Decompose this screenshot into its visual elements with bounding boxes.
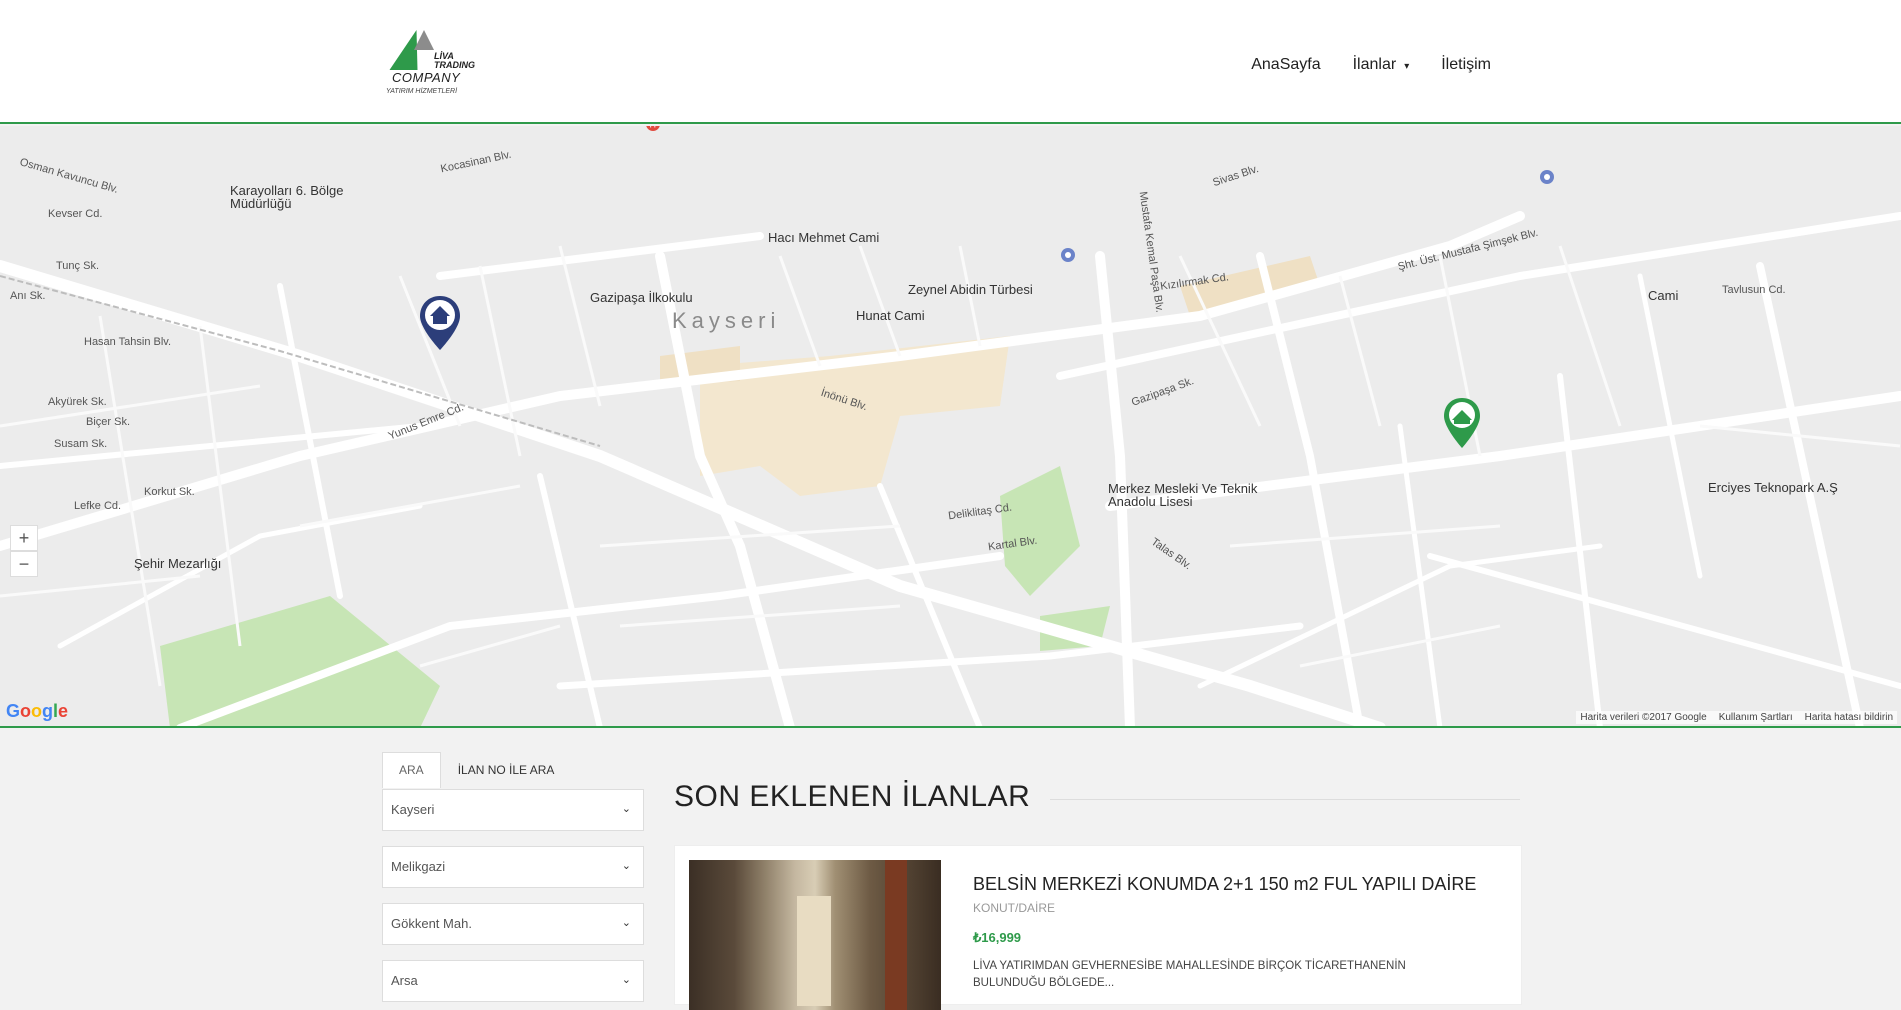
city-select-value: Kayseri bbox=[391, 802, 435, 817]
map-label: Susam Sk. bbox=[54, 438, 108, 450]
map-label: Şehir Mezarlığı bbox=[134, 556, 222, 571]
zoom-out-button[interactable]: − bbox=[10, 551, 38, 577]
home-marker-icon[interactable] bbox=[418, 294, 462, 352]
map-label: Lefke Cd. bbox=[74, 500, 122, 512]
map-label: Karayolları 6. Bölge Müdürlüğü bbox=[230, 183, 344, 211]
map-roads bbox=[0, 211, 1901, 726]
search-tabs: ARA İLAN NO İLE ARA bbox=[382, 752, 571, 788]
listing-category: KONUT/DAİRE bbox=[973, 901, 1056, 915]
listing-price: ₺16,999 bbox=[973, 930, 1022, 945]
map-view[interactable]: Kayseri Kocasinan Blv. Osman Kavuncu Blv… bbox=[0, 126, 1901, 728]
section-title: SON EKLENEN İLANLAR bbox=[674, 780, 1031, 813]
tab-search-by-id[interactable]: İLAN NO İLE ARA bbox=[441, 752, 572, 788]
brand-tagline: YATIRIM HİZMETLERİ bbox=[386, 88, 458, 95]
map-label: Biçer Sk. bbox=[86, 416, 131, 428]
listing-description: LİVA YATIRIMDAN GEVHERNESİBE MAHALLESİND… bbox=[973, 960, 1406, 989]
map-label: Merkez Mesleki Ve Teknik Anadolu Lisesi bbox=[1108, 481, 1258, 509]
chevron-down-icon: ⌄ bbox=[621, 803, 631, 815]
city-select[interactable]: Kayseri ⌄ bbox=[382, 789, 644, 831]
zoom-in-button[interactable]: + bbox=[10, 525, 38, 551]
tab-search[interactable]: ARA bbox=[382, 752, 441, 788]
map-label: Hasan Tahsin Blv. bbox=[84, 336, 172, 348]
map-data-credit: Harita verileri ©2017 Google bbox=[1580, 712, 1707, 723]
main-nav: AnaSayfa İlanlar ▾ İletişim bbox=[1251, 56, 1491, 74]
map-label: Gazipaşa İlkokulu bbox=[590, 290, 693, 305]
map-label: Tavlusun Cd. bbox=[1722, 284, 1786, 296]
property-type-select-value: Arsa bbox=[391, 973, 418, 988]
map-label: Zeynel Abidin Türbesi bbox=[908, 282, 1033, 297]
logo-roof-icon bbox=[414, 30, 434, 50]
neighborhood-select-value: Gökkent Mah. bbox=[391, 916, 472, 931]
map-label: Erciyes Teknopark A.Ş bbox=[1708, 480, 1838, 495]
chevron-down-icon: ⌄ bbox=[621, 917, 631, 929]
brand-logo[interactable]: LİVA TRADING COMPANY YATIRIM HİZMETLERİ bbox=[384, 28, 475, 100]
map-attribution: Harita verileri ©2017 Google Kullanım Şa… bbox=[1576, 711, 1897, 724]
site-header: LİVA TRADING COMPANY YATIRIM HİZMETLERİ A… bbox=[0, 0, 1901, 124]
svg-text:H: H bbox=[650, 126, 657, 130]
land-marker-icon[interactable] bbox=[1442, 396, 1482, 450]
map-label: Kevser Cd. bbox=[48, 208, 103, 220]
district-select-value: Melikgazi bbox=[391, 859, 446, 874]
map-label: Korkut Sk. bbox=[144, 486, 195, 498]
map-label: Tunç Sk. bbox=[56, 260, 99, 272]
info-point-icon bbox=[1540, 170, 1554, 184]
chevron-down-icon: ⌄ bbox=[621, 974, 631, 986]
nav-listings-label: İlanlar bbox=[1352, 56, 1397, 73]
property-type-select[interactable]: Arsa ⌄ bbox=[382, 960, 644, 1002]
brand-name: COMPANY bbox=[392, 70, 461, 85]
hospital-icon: H bbox=[646, 126, 660, 131]
brand-line1: LİVA TRADING bbox=[434, 51, 475, 70]
nav-home-link[interactable]: AnaSayfa bbox=[1251, 56, 1320, 74]
info-point-icon bbox=[1061, 248, 1075, 262]
nav-contact-link[interactable]: İletişim bbox=[1441, 56, 1491, 74]
map-city-label: Kayseri bbox=[672, 308, 781, 333]
map-label: Hacı Mehmet Cami bbox=[768, 230, 880, 245]
map-label: Cami bbox=[1648, 288, 1679, 303]
listing-title[interactable]: BELSİN MERKEZİ KONUMDA 2+1 150 m2 FUL YA… bbox=[973, 874, 1476, 895]
title-divider bbox=[1050, 799, 1520, 800]
chevron-down-icon: ⌄ bbox=[621, 860, 631, 872]
map-label: Hunat Cami bbox=[856, 308, 925, 323]
map-label: Akyürek Sk. bbox=[48, 396, 107, 408]
district-select[interactable]: Melikgazi ⌄ bbox=[382, 846, 644, 888]
neighborhood-select[interactable]: Gökkent Mah. ⌄ bbox=[382, 903, 644, 945]
map-label: Anı Sk. bbox=[10, 290, 46, 302]
listing-photo[interactable] bbox=[689, 860, 941, 1010]
report-error-link[interactable]: Harita hatası bildirin bbox=[1805, 712, 1893, 723]
chevron-down-icon: ▾ bbox=[1404, 61, 1410, 72]
listing-card[interactable]: BELSİN MERKEZİ KONUMDA 2+1 150 m2 FUL YA… bbox=[674, 845, 1522, 1010]
nav-listings-link[interactable]: İlanlar ▾ bbox=[1353, 56, 1410, 74]
terms-link[interactable]: Kullanım Şartları bbox=[1719, 712, 1793, 723]
google-logo: Google bbox=[6, 701, 69, 721]
photo-door-frame bbox=[885, 860, 907, 1010]
